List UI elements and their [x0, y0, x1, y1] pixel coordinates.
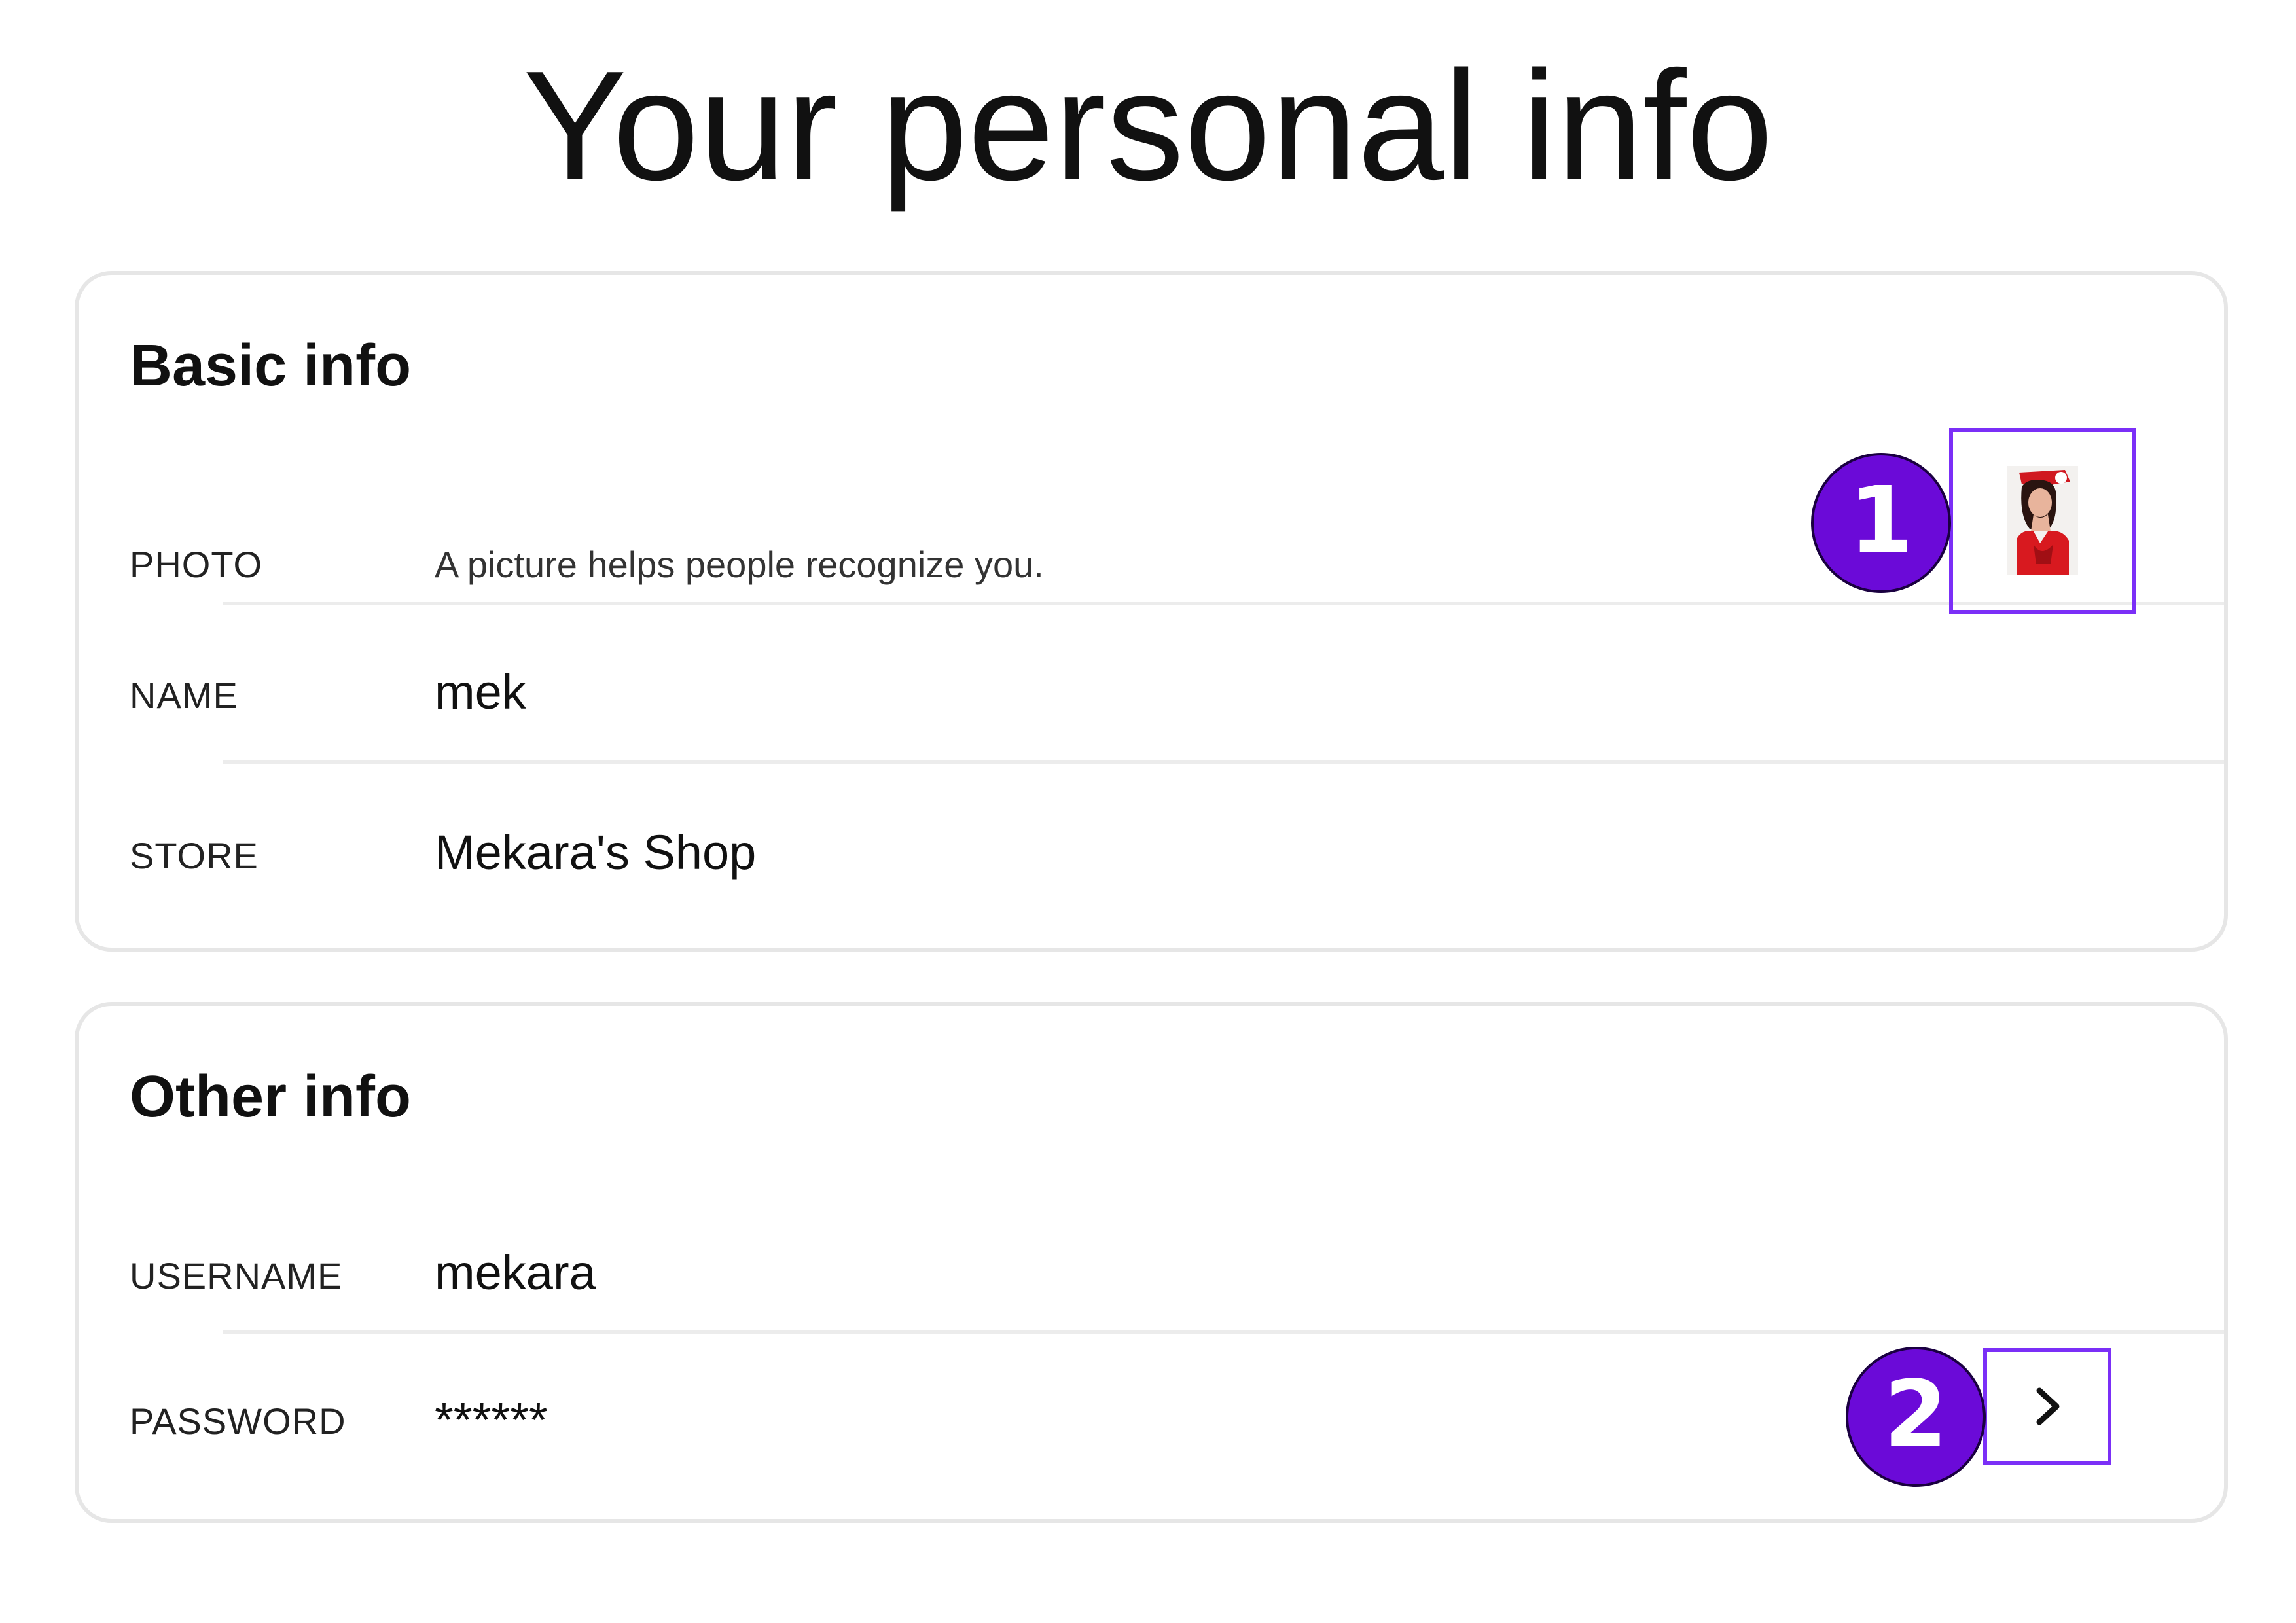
photo-description: A picture helps people recognize you.: [435, 544, 1044, 585]
store-row[interactable]: STORE Mekara's Shop: [79, 772, 2224, 923]
basic-info-card: Basic info PHOTO A picture helps people …: [75, 271, 2228, 952]
store-label: STORE: [130, 835, 259, 876]
name-value: mek: [435, 665, 526, 719]
name-label: NAME: [130, 675, 238, 716]
avatar-photo-icon: [2007, 466, 2078, 575]
marker-badge-2: 2: [1846, 1347, 1986, 1487]
divider: [223, 760, 2224, 764]
page-title: Your personal info: [523, 39, 1773, 213]
username-label: USERNAME: [130, 1255, 343, 1296]
store-value: Mekara's Shop: [435, 825, 757, 880]
marker-badge-1: 1: [1811, 453, 1951, 593]
password-value: ******: [435, 1393, 548, 1447]
other-info-title: Other info: [130, 1064, 411, 1130]
avatar[interactable]: [2007, 466, 2078, 575]
name-row[interactable]: NAME mek: [79, 615, 2224, 759]
username-value: mekara: [435, 1245, 596, 1300]
chevron-right-icon: [2036, 1387, 2060, 1425]
password-edit-button[interactable]: [1983, 1348, 2111, 1465]
basic-info-title: Basic info: [130, 333, 412, 399]
username-row[interactable]: USERNAME mekara: [79, 1202, 2224, 1346]
divider: [223, 602, 2224, 605]
photo-marker[interactable]: [1949, 428, 2136, 614]
photo-label: PHOTO: [130, 544, 263, 585]
password-label: PASSWORD: [130, 1400, 346, 1442]
